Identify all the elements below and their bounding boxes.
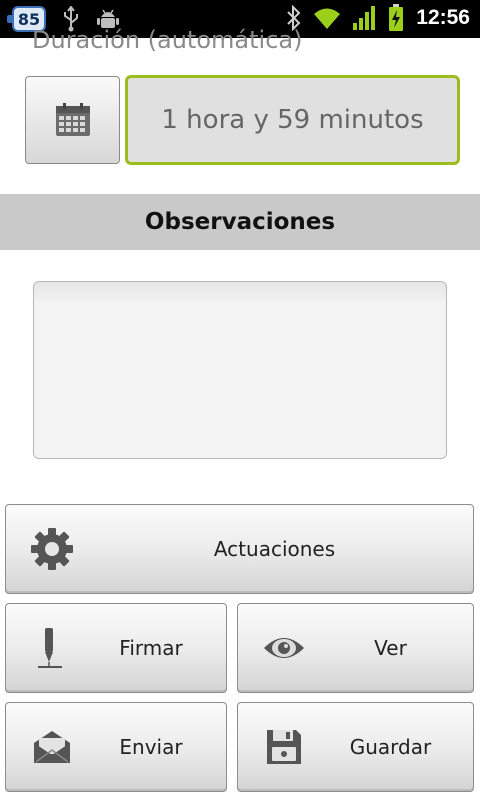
- duration-field[interactable]: 1 hora y 59 minutos: [125, 75, 460, 165]
- actuaciones-label: Actuaciones: [213, 537, 336, 561]
- firmar-button[interactable]: Firmar: [5, 603, 227, 693]
- calendar-icon: [55, 103, 90, 136]
- wifi-icon: [314, 8, 341, 29]
- ver-button[interactable]: Ver: [237, 603, 474, 693]
- gear-icon: [28, 525, 76, 573]
- section-header-observaciones: Observaciones: [0, 194, 480, 250]
- guardar-button[interactable]: Guardar: [237, 702, 474, 792]
- duration-value: 1 hora y 59 minutos: [161, 105, 424, 135]
- firmar-label: Firmar: [119, 636, 183, 660]
- enviar-button[interactable]: Enviar: [5, 702, 227, 792]
- actuaciones-button[interactable]: Actuaciones: [5, 504, 474, 594]
- ver-label: Ver: [374, 636, 407, 660]
- floppy-disk-icon: [260, 723, 308, 771]
- signal-icon: [353, 6, 376, 30]
- battery-charging-icon: [389, 4, 404, 31]
- observations-textarea[interactable]: [33, 281, 447, 459]
- notification-count: 85: [17, 9, 41, 29]
- enviar-label: Enviar: [119, 735, 183, 759]
- calendar-button[interactable]: [25, 76, 120, 164]
- clock: 12:56: [416, 6, 470, 29]
- eye-icon: [260, 624, 308, 672]
- guardar-label: Guardar: [349, 735, 432, 759]
- pen-icon: [28, 624, 76, 672]
- mail-icon: [28, 723, 76, 771]
- duration-label: Duración (automática): [32, 28, 303, 54]
